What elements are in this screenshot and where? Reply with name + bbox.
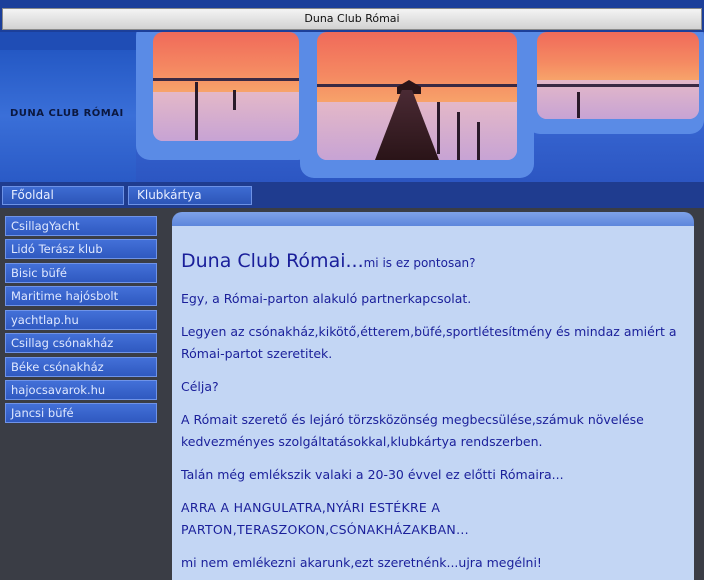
window-title-bar: Duna Club Római	[0, 0, 704, 32]
sidebar-item-hajocsavarok[interactable]: hajocsavarok.hu	[5, 380, 157, 400]
sidebar-item-csillagyacht[interactable]: CsillagYacht	[5, 216, 157, 236]
paragraph-goal: A Rómait szerető és lejáró törzsközönség…	[181, 412, 644, 449]
sidebar-item-csillag-csonakhaz[interactable]: Csillag csónakház	[5, 333, 157, 353]
header-left-panel	[0, 32, 136, 182]
page-title-main: Duna Club Római...	[181, 250, 364, 272]
paragraph-memories: Talán még emlékszik valaki a 20-30 évvel…	[181, 467, 564, 482]
nav-tab-club-card[interactable]: Klubkártya	[128, 186, 252, 205]
sidebar-item-yachtlap[interactable]: yachtlap.hu	[5, 310, 157, 330]
page-title-sub: mi is ez pontosan?	[363, 256, 476, 270]
paragraph-goal-question: Célja?	[181, 379, 219, 394]
sidebar: CsillagYacht Lidó Terász klub Bisic büfé…	[0, 208, 166, 580]
content-header-bar	[172, 212, 694, 226]
site-name: DUNA CLUB RÓMAI	[10, 108, 124, 119]
paragraph-members: Legyen az csónakház,kikötő,étterem,büfé,…	[181, 324, 677, 361]
sidebar-item-beke-csonakhaz[interactable]: Béke csónakház	[5, 357, 157, 377]
sidebar-item-lido-terasz[interactable]: Lidó Terász klub	[5, 239, 157, 259]
sidebar-item-jancsi-bufe[interactable]: Jancsi büfé	[5, 403, 157, 423]
header-banner: DUNA CLUB RÓMAI	[0, 32, 704, 182]
sunset-pier-photo	[317, 32, 517, 160]
paragraph-closing: mi nem emlékezni akarunk,ezt szeretnénk.…	[181, 555, 542, 570]
sunset-photo-right	[537, 32, 699, 119]
sidebar-item-bisic-bufe[interactable]: Bisic büfé	[5, 263, 157, 283]
window-title: Duna Club Római	[2, 8, 702, 30]
main-content: Duna Club Római...mi is ez pontosan? Egy…	[172, 226, 694, 580]
sidebar-item-maritime[interactable]: Maritime hajósbolt	[5, 286, 157, 306]
paragraph-intro: Egy, a Római-parton alakuló partnerkapcs…	[181, 291, 472, 306]
page-title: Duna Club Római...mi is ez pontosan?	[181, 250, 681, 272]
paragraph-atmosphere: ARRA A HANGULATRA,NYÁRI ESTÉKRE A PARTON…	[181, 500, 469, 537]
nav-tab-home[interactable]: Főoldal	[2, 186, 124, 205]
sunset-photo-left	[153, 32, 299, 141]
main-nav: Főoldal Klubkártya	[0, 182, 704, 208]
